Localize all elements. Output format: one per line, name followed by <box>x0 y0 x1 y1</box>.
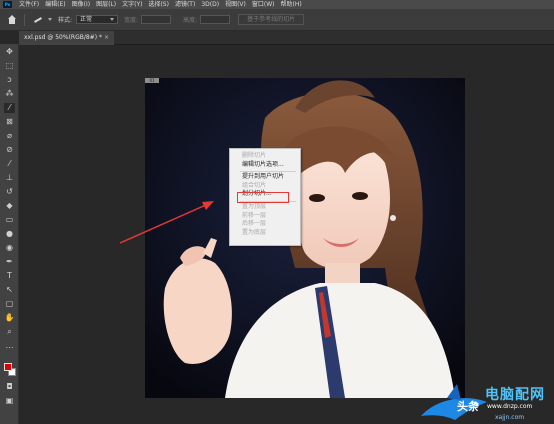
highlight-box <box>237 192 289 203</box>
stamp-icon[interactable]: ⊥ <box>4 173 15 183</box>
screen-mode-icon[interactable]: ▣ <box>4 396 15 406</box>
menu-view[interactable]: 视图(V) <box>222 0 249 9</box>
menu-item-send-to-back[interactable]: 置为底层 <box>230 229 300 238</box>
quick-mask-icon[interactable]: ◘ <box>4 382 15 392</box>
width-label: 宽度: <box>124 17 139 24</box>
menu-edit[interactable]: 编辑(E) <box>42 0 68 9</box>
slice-number-tag: 01 <box>145 78 159 83</box>
slices-from-guides-button[interactable]: 基于参考线的切片 <box>238 14 305 25</box>
menu-item-delete-slice[interactable]: 删除切片 <box>230 152 300 161</box>
height-field[interactable] <box>200 15 231 24</box>
blur-icon[interactable]: ● <box>4 229 15 239</box>
eyedropper-icon[interactable]: ⌀ <box>4 131 15 141</box>
height-label: 高度: <box>183 17 198 24</box>
hand-icon[interactable]: ✋ <box>4 313 15 323</box>
lasso-icon[interactable]: ↄ <box>4 75 15 85</box>
tools-panel: ✥ ⬚ ↄ ⁂ ⁄ ⊠ ⌀ ⊘ ⁄ ⊥ ↺ ◆ ▭ ● ◉ ✒ T ↖ ▢ ✋ … <box>0 44 19 424</box>
zoom-icon[interactable]: ⌕ <box>4 327 15 337</box>
move-icon[interactable]: ✥ <box>4 47 15 57</box>
chevron-down-icon[interactable] <box>48 18 52 21</box>
menu-help[interactable]: 帮助(H) <box>278 0 305 9</box>
document-tab-bar: xxl.psd @ 50%(RGB/8#) * × <box>19 31 554 45</box>
menu-type[interactable]: 文字(Y) <box>119 0 145 9</box>
foreground-color-swatch[interactable] <box>4 363 12 371</box>
menu-window[interactable]: 窗口(W) <box>249 0 278 9</box>
watermark-url: www.dnzp.com <box>487 403 533 410</box>
watermark: 头条 电脑配网 www.dnzp.com xajjn.com <box>417 376 554 424</box>
options-bar: 样式: 正常 宽度: 高度: 基于参考线的切片 <box>0 9 554 31</box>
menu-bar: Ps 文件(F) 编辑(E) 图像(I) 图层(L) 文字(Y) 选择(S) 滤… <box>0 0 554 9</box>
menu-3d[interactable]: 3D(D) <box>198 0 222 9</box>
width-field[interactable] <box>141 15 172 24</box>
menu-select[interactable]: 选择(S) <box>145 0 172 9</box>
ps-logo-icon: Ps <box>3 1 12 8</box>
menu-item-bring-forward[interactable]: 前移一层 <box>230 212 300 221</box>
marquee-icon[interactable]: ⬚ <box>4 61 15 71</box>
menu-item-send-backward[interactable]: 后移一层 <box>230 220 300 229</box>
shape-icon[interactable]: ▢ <box>4 299 15 309</box>
gradient-icon[interactable]: ▭ <box>4 215 15 225</box>
slice-tool-preset-icon[interactable] <box>34 16 46 24</box>
watermark-toutiao: 头条 <box>457 400 479 413</box>
menu-item-edit-slice-options[interactable]: 编辑切片选项... <box>230 161 300 170</box>
type-icon[interactable]: T <box>4 271 15 281</box>
slice-icon[interactable]: ⁄ <box>4 103 15 113</box>
annotation-arrow <box>119 201 214 244</box>
frame-icon[interactable]: ⊠ <box>4 117 15 127</box>
divider <box>24 13 25 26</box>
watermark-brand: 电脑配网 <box>485 387 545 403</box>
close-icon[interactable]: × <box>104 31 109 45</box>
style-select[interactable]: 正常 <box>76 15 119 24</box>
spot-heal-icon[interactable]: ⊘ <box>4 145 15 155</box>
more-icon[interactable]: … <box>4 341 15 351</box>
menu-filter[interactable]: 滤镜(T) <box>172 0 198 9</box>
brush-icon[interactable]: ⁄ <box>4 159 15 169</box>
quick-select-icon[interactable]: ⁂ <box>4 89 15 99</box>
watermark-site: xajjn.com <box>495 414 525 421</box>
path-select-icon[interactable]: ↖ <box>4 285 15 295</box>
eraser-icon[interactable]: ◆ <box>4 201 15 211</box>
menu-file[interactable]: 文件(F) <box>16 0 42 9</box>
menu-image[interactable]: 图像(I) <box>69 0 93 9</box>
menu-item-bring-to-front[interactable]: 置为顶层 <box>230 203 300 212</box>
menu-layer[interactable]: 图层(L) <box>93 0 119 9</box>
document-tab[interactable]: xxl.psd @ 50%(RGB/8#) * × <box>19 31 114 45</box>
home-icon[interactable] <box>7 14 17 25</box>
pen-icon[interactable]: ✒ <box>4 257 15 267</box>
dodge-icon[interactable]: ◉ <box>4 243 15 253</box>
document-tab-title: xxl.psd @ 50%(RGB/8#) * <box>24 34 102 41</box>
style-label: 样式: <box>58 17 73 24</box>
history-brush-icon[interactable]: ↺ <box>4 187 15 197</box>
menu-item-promote-to-user-slice[interactable]: 提升到用户切片 <box>230 173 300 182</box>
photoshop-window: Ps 文件(F) 编辑(E) 图像(I) 图层(L) 文字(Y) 选择(S) 滤… <box>0 0 554 424</box>
